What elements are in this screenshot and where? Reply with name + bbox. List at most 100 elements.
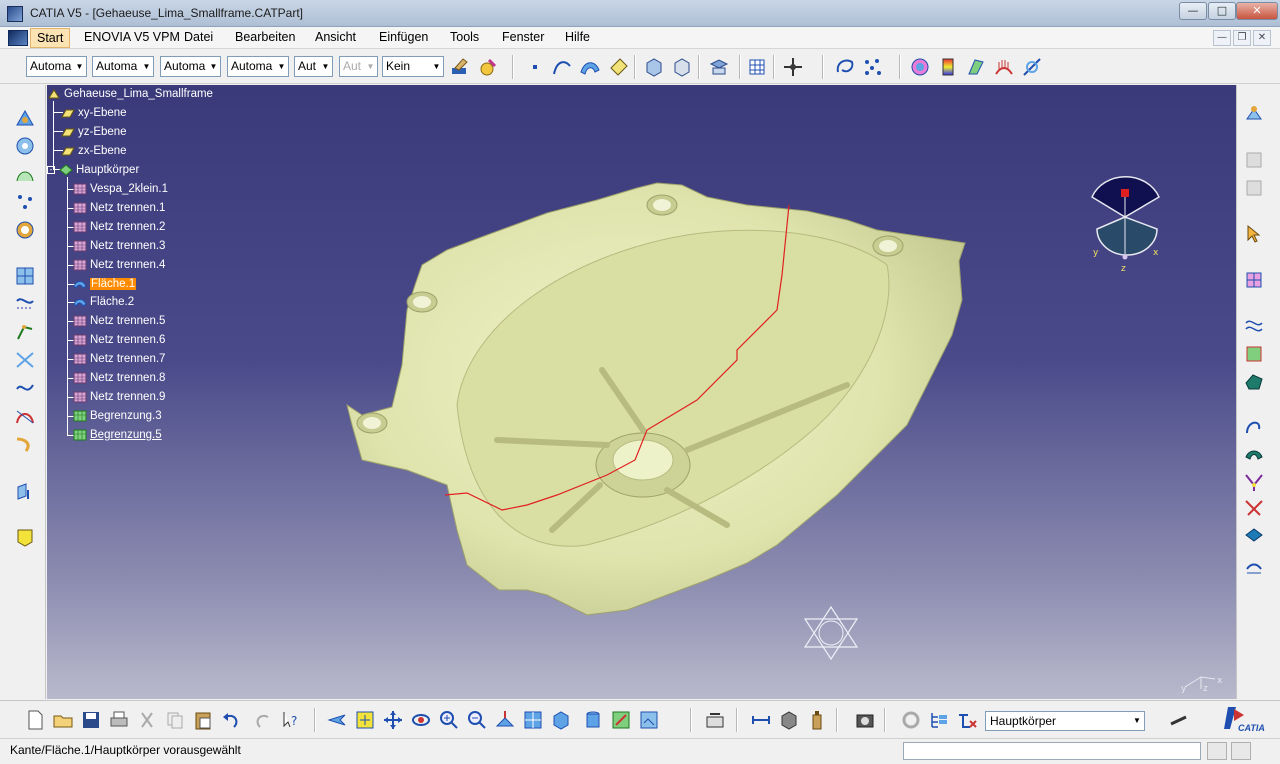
properties-painter-icon[interactable] <box>477 56 499 78</box>
menu-fenster[interactable]: Fenster <box>498 30 548 44</box>
cube-view-icon[interactable] <box>643 56 665 78</box>
multi-view-icon[interactable] <box>522 709 544 731</box>
join-curves-icon[interactable] <box>14 433 36 455</box>
mdi-restore-button[interactable]: ❐ <box>1233 30 1251 46</box>
help-icon[interactable]: ? <box>280 709 302 731</box>
swap-space-icon[interactable] <box>638 709 660 731</box>
cube-hide-icon[interactable] <box>671 56 693 78</box>
tree-feature[interactable]: Netz trennen.6 <box>73 331 165 349</box>
sketch-tracer-icon[interactable] <box>1243 103 1265 125</box>
menu-start[interactable]: Start <box>30 28 71 48</box>
connect-check-icon[interactable] <box>1021 56 1043 78</box>
normal-view-icon[interactable] <box>494 709 516 731</box>
tree-feature[interactable]: Netz trennen.8 <box>73 369 165 387</box>
cloud-import-icon[interactable] <box>14 135 36 157</box>
menu-enovia[interactable]: ENOVIA V5 VPM <box>80 30 184 44</box>
measure-inertia-icon[interactable] <box>806 709 828 731</box>
porcupine-icon[interactable] <box>993 56 1015 78</box>
mdi-minimize-button[interactable]: — <box>1213 30 1231 46</box>
menu-datei[interactable]: Datei <box>180 30 217 44</box>
grid-icon[interactable] <box>746 56 768 78</box>
save-icon[interactable] <box>80 709 102 731</box>
surface-patch-icon[interactable] <box>1243 343 1265 365</box>
layer-combo[interactable]: Kein ▼ <box>382 56 444 77</box>
curve-projection-icon[interactable] <box>14 293 36 315</box>
transparency-combo[interactable]: Automa ▼ <box>92 56 154 77</box>
connect-curve-icon[interactable] <box>1243 497 1265 519</box>
current-body-select[interactable]: Hauptkörper ▼ <box>985 711 1145 731</box>
tree-feature[interactable]: Netz trennen.2 <box>73 218 165 236</box>
tree-feature[interactable]: Netz trennen.3 <box>73 237 165 255</box>
zoom-out-icon[interactable] <box>466 709 488 731</box>
curve-network-icon[interactable] <box>1243 315 1265 337</box>
define-work-object-icon[interactable] <box>956 709 978 731</box>
tree-feature[interactable]: Fläche.2 <box>73 293 134 311</box>
line-type-combo[interactable]: Automa ▼ <box>227 56 289 77</box>
tree-feature[interactable]: Netz trennen.9 <box>73 388 165 406</box>
update-icon[interactable] <box>704 709 726 731</box>
tree-feature[interactable]: Netz trennen.5 <box>73 312 165 330</box>
offset-surface-icon[interactable] <box>1243 525 1265 547</box>
select-arrow-icon[interactable] <box>1243 223 1265 245</box>
new-file-icon[interactable] <box>24 709 46 731</box>
cloud-points-icon[interactable] <box>862 56 884 78</box>
3d-curve-icon[interactable] <box>14 377 36 399</box>
3d-viewport[interactable]: Gehaeuse_Lima_Smallframe xy-Ebene yz-Ebe… <box>47 85 1236 699</box>
tree-feature[interactable]: Fläche.1 <box>73 275 137 293</box>
compass-widget[interactable]: y x z <box>1087 167 1167 277</box>
iso-view-icon[interactable] <box>550 709 572 731</box>
line-thickness-combo[interactable]: Automa ▼ <box>160 56 221 77</box>
menu-ansicht[interactable]: Ansicht <box>311 30 360 44</box>
fill-surface-icon[interactable] <box>1243 371 1265 393</box>
planar-section-icon[interactable] <box>14 265 36 287</box>
measure-item-icon[interactable] <box>778 709 800 731</box>
close-button[interactable]: ✕ <box>1236 2 1278 20</box>
measure-tag-icon[interactable] <box>608 56 630 78</box>
extrude-icon[interactable] <box>1243 555 1265 577</box>
format-painter-icon[interactable] <box>449 56 471 78</box>
point-icon[interactable] <box>524 56 546 78</box>
sweep-surface-icon[interactable] <box>579 56 601 78</box>
digitized-import-icon[interactable] <box>14 107 36 129</box>
capture-icon[interactable] <box>854 709 876 731</box>
pan-icon[interactable] <box>382 709 404 731</box>
spline-icon[interactable] <box>551 56 573 78</box>
sphere-scan-icon[interactable] <box>14 219 36 241</box>
measure-between-icon[interactable] <box>750 709 772 731</box>
tree-expand-icon[interactable] <box>928 709 950 731</box>
rotate-icon[interactable] <box>410 709 432 731</box>
print-icon[interactable] <box>108 709 130 731</box>
tree-feature[interactable]: Vespa_2klein.1 <box>73 180 168 198</box>
fly-mode-icon[interactable] <box>326 709 348 731</box>
command-input[interactable] <box>903 742 1201 760</box>
shading-icon[interactable] <box>582 709 604 731</box>
alignment-icon[interactable] <box>14 481 36 503</box>
curve-tool-icon[interactable] <box>1243 415 1265 437</box>
zoom-in-icon[interactable] <box>438 709 460 731</box>
fit-all-icon[interactable] <box>354 709 376 731</box>
point-type-combo[interactable]: Aut ▼ <box>294 56 333 77</box>
catia-app-icon[interactable] <box>7 6 23 22</box>
collapse-toggle-icon[interactable]: - <box>47 166 55 174</box>
tree-feature[interactable]: Netz trennen.4 <box>73 256 165 274</box>
tree-plane-yz[interactable]: yz-Ebene <box>61 123 127 141</box>
color-scale-icon[interactable] <box>937 56 959 78</box>
color-combo[interactable]: Automa ▼ <box>26 56 87 77</box>
minimize-button[interactable]: — <box>1179 2 1207 20</box>
menu-hilfe[interactable]: Hilfe <box>561 30 594 44</box>
open-folder-icon[interactable] <box>52 709 74 731</box>
curvature-icon[interactable] <box>965 56 987 78</box>
compass-tool-icon[interactable] <box>782 56 804 78</box>
undo-icon[interactable] <box>220 709 242 731</box>
tree-body[interactable]: - Hauptkörper <box>47 161 139 179</box>
tree-feature[interactable]: Begrenzung.3 <box>73 407 162 425</box>
menu-bearbeiten[interactable]: Bearbeiten <box>231 30 299 44</box>
match-surface-icon[interactable] <box>1243 471 1265 493</box>
command-button-2[interactable] <box>1231 742 1251 760</box>
menu-tools[interactable]: Tools <box>446 30 483 44</box>
analysis-icon[interactable] <box>708 56 730 78</box>
mesh-cleaner-icon[interactable] <box>1243 269 1265 291</box>
menu-einfuegen[interactable]: Einfügen <box>375 30 432 44</box>
mdi-close-button[interactable]: ✕ <box>1253 30 1271 46</box>
hide-show-icon[interactable] <box>610 709 632 731</box>
